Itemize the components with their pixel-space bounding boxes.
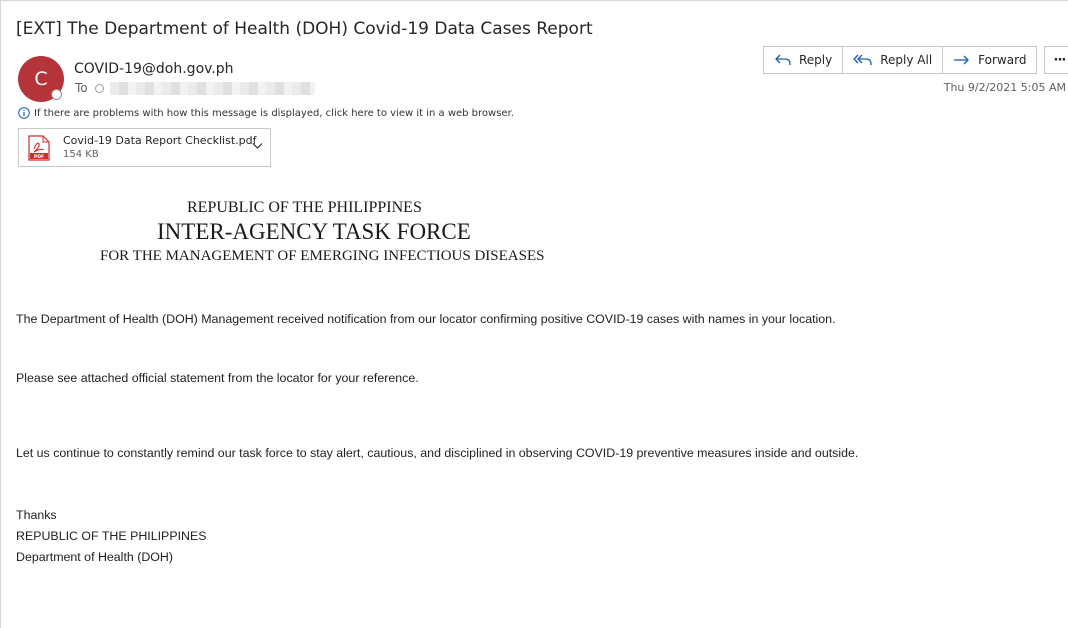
forward-icon (954, 55, 970, 65)
pdf-label: PDF (34, 153, 44, 159)
banner-line-task-force: INTER-AGENCY TASK FORCE (157, 219, 471, 244)
signature-republic: REPUBLIC OF THE PHILIPPINES (16, 529, 207, 543)
banner-line-management: FOR THE MANAGEMENT OF EMERGING INFECTIOU… (100, 248, 545, 264)
email-subject: [EXT] The Department of Health (DOH) Cov… (16, 19, 593, 39)
forward-label: Forward (978, 53, 1027, 67)
signature-thanks: Thanks (16, 508, 57, 522)
info-icon (18, 107, 30, 119)
signature-department: Department of Health (DOH) (16, 550, 174, 564)
email-signature: Thanks REPUBLIC OF THE PHILIPPINES Depar… (16, 505, 207, 568)
response-button-group: Reply Reply All Forward (763, 46, 1038, 74)
reply-icon (775, 54, 791, 65)
banner-line-republic: REPUBLIC OF THE PHILIPPINES (187, 199, 422, 216)
reply-all-label: Reply All (880, 53, 933, 67)
forward-button[interactable]: Forward (943, 47, 1036, 73)
attachment-name: Covid-19 Data Report Checklist.pdf (63, 133, 257, 147)
body-paragraph-reminder: Let us continue to constantly remind our… (16, 446, 859, 460)
more-actions-button[interactable]: ··· (1044, 46, 1068, 74)
pdf-file-icon: PDF (28, 134, 50, 161)
sender-address[interactable]: COVID-19@doh.gov.ph (74, 61, 234, 77)
more-options-icon: ··· (1053, 52, 1067, 68)
info-message: If there are problems with how this mess… (34, 107, 514, 119)
attachment-size: 154 KB (63, 148, 99, 160)
recipient-presence-icon (94, 83, 104, 93)
reply-all-button[interactable]: Reply All (843, 47, 944, 73)
reply-all-icon (853, 54, 872, 65)
received-date: Thu 9/2/2021 5:05 AM (943, 81, 1066, 94)
display-info-bar[interactable]: If there are problems with how this mess… (18, 107, 514, 119)
body-paragraph-notification: The Department of Health (DOH) Managemen… (16, 312, 836, 326)
to-label: To (75, 81, 88, 95)
chevron-down-icon[interactable] (252, 142, 263, 150)
sender-initial: C (34, 68, 48, 90)
reply-button[interactable]: Reply (764, 47, 844, 73)
presence-status-icon (51, 89, 62, 100)
redacted-recipient (109, 81, 315, 95)
attachment-card[interactable]: PDF Covid-19 Data Report Checklist.pdf 1… (18, 128, 271, 167)
attachment-details: Covid-19 Data Report Checklist.pdf 154 K… (63, 134, 256, 162)
body-paragraph-reference: Please see attached official statement f… (16, 371, 419, 385)
message-reading-pane: [EXT] The Department of Health (DOH) Cov… (0, 0, 1068, 628)
recipient-row: To (75, 81, 315, 95)
reply-label: Reply (799, 53, 833, 67)
message-actions: Reply Reply All Forward ··· (763, 46, 1068, 74)
